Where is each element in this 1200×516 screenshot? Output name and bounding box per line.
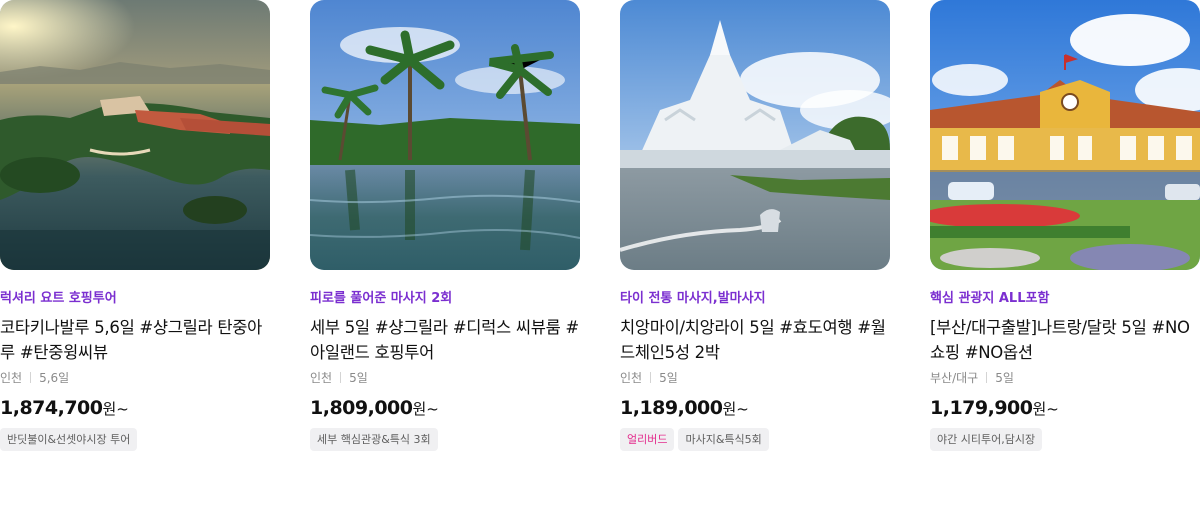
badge-list: 반딧불이&선셋야시장 투어 bbox=[0, 428, 270, 451]
departure-city: 인천 bbox=[0, 371, 23, 385]
meta-divider bbox=[650, 372, 652, 383]
meta-divider bbox=[340, 372, 342, 383]
product-tag: 럭셔리 요트 호핑투어 bbox=[0, 291, 117, 306]
product-image-dalat-station[interactable] bbox=[930, 0, 1200, 270]
departure-city: 인천 bbox=[620, 371, 643, 385]
product-image-cebu[interactable] bbox=[310, 0, 580, 270]
price-amount: 1,809,000 bbox=[310, 397, 413, 419]
product-card[interactable]: 핵심 관광지 ALL포함 [부산/대구출발]나트랑/달랏 5일 #NO쇼핑 #N… bbox=[930, 0, 1200, 451]
price-suffix: 원~ bbox=[1032, 400, 1059, 418]
product-title[interactable]: 세부 5일 #샹그릴라 #디럭스 씨뷰룸 #아일랜드 호핑투어 bbox=[310, 315, 580, 365]
trip-duration: 5일 bbox=[349, 371, 368, 385]
benefit-badge: 마사지&특식5회 bbox=[678, 428, 769, 451]
price-suffix: 원~ bbox=[102, 400, 129, 418]
meta-divider bbox=[986, 372, 988, 383]
product-tag: 타이 전통 마사지,발마사지 bbox=[620, 291, 766, 306]
product-price: 1,179,900원~ bbox=[930, 395, 1200, 422]
departure-city: 인천 bbox=[310, 371, 333, 385]
trip-duration: 5일 bbox=[995, 371, 1014, 385]
product-meta: 부산/대구 5일 bbox=[930, 368, 1200, 388]
departure-city: 부산/대구 bbox=[930, 371, 979, 385]
product-tag: 핵심 관광지 ALL포함 bbox=[930, 291, 1050, 306]
product-image-kota-kinabalu[interactable] bbox=[0, 0, 270, 270]
price-amount: 1,874,700 bbox=[0, 397, 103, 419]
product-card[interactable]: 럭셔리 요트 호핑투어 코타키나발루 5,6일 #샹그릴라 탄중아루 #탄중윙씨… bbox=[0, 0, 270, 451]
product-card[interactable]: 타이 전통 마사지,발마사지 치앙마이/치앙라이 5일 #효도여행 #월드체인5… bbox=[620, 0, 890, 451]
product-card-row: 럭셔리 요트 호핑투어 코타키나발루 5,6일 #샹그릴라 탄중아루 #탄중윙씨… bbox=[0, 0, 1200, 516]
product-tag: 피로를 풀어준 마사지 2회 bbox=[310, 291, 453, 306]
meta-divider bbox=[30, 372, 32, 383]
trip-duration: 5,6일 bbox=[39, 371, 70, 385]
product-title[interactable]: 치앙마이/치앙라이 5일 #효도여행 #월드체인5성 2박 bbox=[620, 315, 890, 365]
product-meta: 인천 5,6일 bbox=[0, 368, 270, 388]
price-suffix: 원~ bbox=[412, 400, 439, 418]
product-meta: 인천 5일 bbox=[620, 368, 890, 388]
price-suffix: 원~ bbox=[722, 400, 749, 418]
product-price: 1,809,000원~ bbox=[310, 395, 580, 422]
product-title[interactable]: [부산/대구출발]나트랑/달랏 5일 #NO쇼핑 #NO옵션 bbox=[930, 315, 1200, 365]
benefit-badge: 세부 핵심관광&특식 3회 bbox=[310, 428, 438, 451]
badge-list: 야간 시티투어,담시장 bbox=[930, 428, 1200, 451]
benefit-badge: 반딧불이&선셋야시장 투어 bbox=[0, 428, 138, 451]
product-price: 1,189,000원~ bbox=[620, 395, 890, 422]
benefit-badge: 야간 시티투어,담시장 bbox=[930, 428, 1043, 451]
product-meta: 인천 5일 bbox=[310, 368, 580, 388]
badge-list: 세부 핵심관광&특식 3회 bbox=[310, 428, 580, 451]
product-title[interactable]: 코타키나발루 5,6일 #샹그릴라 탄중아루 #탄중윙씨뷰 bbox=[0, 315, 270, 365]
badge-list: 얼리버드 마사지&특식5회 bbox=[620, 428, 890, 451]
product-image-chiang-mai[interactable] bbox=[620, 0, 890, 270]
product-card[interactable]: 피로를 풀어준 마사지 2회 세부 5일 #샹그릴라 #디럭스 씨뷰룸 #아일랜… bbox=[310, 0, 580, 451]
early-bird-badge: 얼리버드 bbox=[620, 428, 675, 451]
product-price: 1,874,700원~ bbox=[0, 395, 270, 422]
price-amount: 1,189,000 bbox=[620, 397, 723, 419]
price-amount: 1,179,900 bbox=[930, 397, 1033, 419]
trip-duration: 5일 bbox=[659, 371, 678, 385]
